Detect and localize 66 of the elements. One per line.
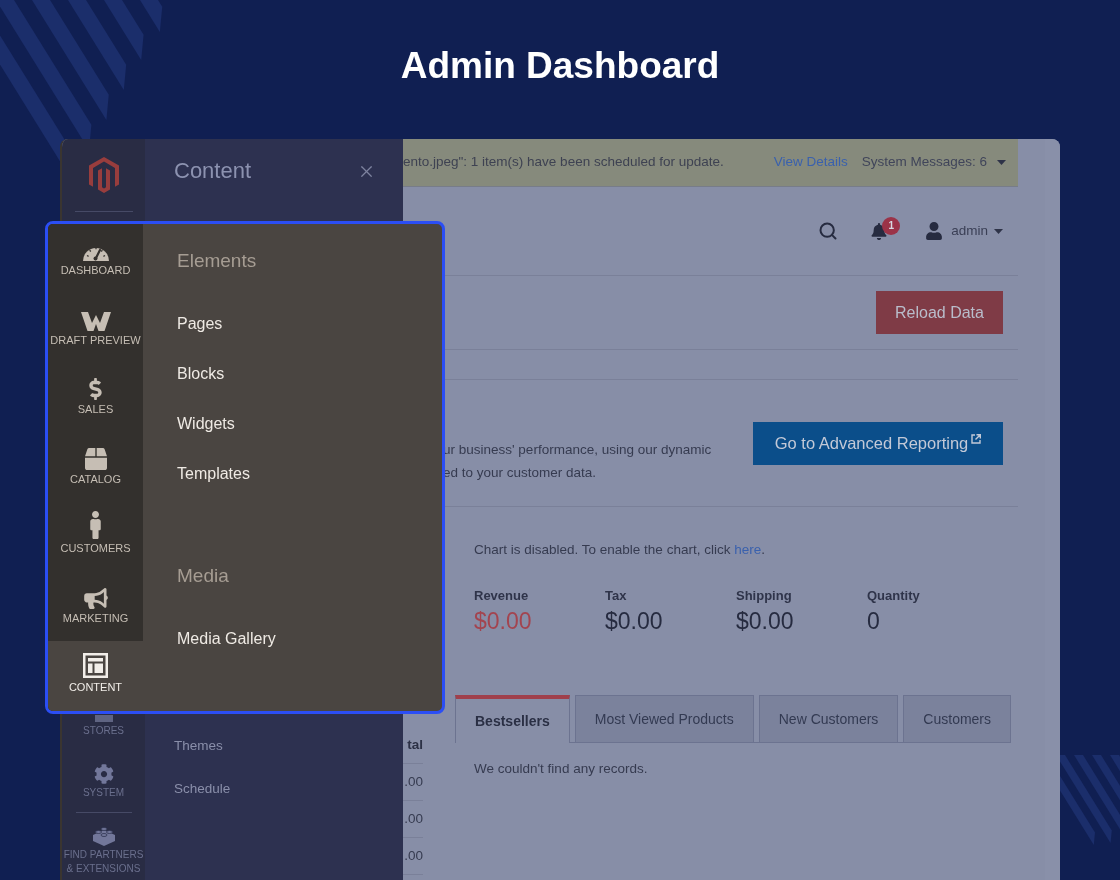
sidebar-nav-label: STORES	[82, 724, 125, 738]
logo-icon	[88, 157, 119, 193]
sidebar-nav-label: FIND PARTNERS & EXTENSIONS	[62, 848, 145, 875]
tab[interactable]: Bestsellers	[455, 695, 570, 743]
menu-link[interactable]: Pages	[177, 299, 223, 349]
nav-label: CONTENT	[68, 680, 123, 695]
total-label: Shipping	[736, 588, 792, 604]
total-label: Revenue	[474, 588, 529, 604]
bell-icon[interactable]	[871, 222, 888, 240]
external-link-icon	[971, 433, 982, 444]
nav-label: CATALOG	[70, 471, 121, 486]
advanced-reporting-button[interactable]: Go to Advanced Reporting	[753, 422, 1003, 465]
menu-link[interactable]: Media Gallery	[177, 614, 276, 664]
sidebar-nav-item[interactable]: SYSTEM	[62, 763, 145, 799]
caret-icon	[997, 160, 1006, 165]
menu-link[interactable]: Blocks	[177, 349, 225, 399]
total-value: $0.00	[736, 608, 794, 634]
menu-section-heading: Elements	[177, 249, 258, 273]
tab[interactable]: Customers	[903, 695, 1012, 742]
dollar-icon	[89, 378, 102, 401]
nav-label: CUSTOMERS	[60, 541, 131, 556]
total-label: Tax	[605, 588, 627, 604]
system-message-text: ento.jpeg": 1 item(s) have been scheduled for update.	[403, 153, 724, 172]
user-name: admin	[951, 221, 988, 240]
nav-label: DASHBOARD	[60, 263, 131, 277]
notification-badge: 1	[882, 216, 901, 235]
search-icon[interactable]	[818, 221, 839, 241]
total-value: $0.00	[605, 608, 663, 634]
chart-disabled-notice: Chart is disabled. To enable the chart, click here.	[473, 541, 766, 559]
menu-link[interactable]: Themes	[174, 736, 403, 756]
sidebar-nav-label: SYSTEM	[81, 785, 126, 799]
nav-label: SALES	[77, 402, 114, 417]
nav-label: DRAFT PREVIEW	[50, 332, 141, 347]
sidebar-nav-item[interactable]: FIND PARTNERS & EXTENSIONS	[62, 825, 145, 875]
sidebar-nav-item[interactable]: STORES	[62, 715, 145, 738]
menu-link[interactable]: Schedule	[174, 779, 403, 799]
total-value: $0.00	[474, 608, 532, 634]
w-mark-icon	[80, 311, 111, 331]
brick-icon	[92, 825, 115, 846]
menu-link[interactable]: Templates	[177, 449, 250, 499]
nav-label: MARKETING	[62, 610, 129, 625]
table-cell: .00	[403, 801, 423, 838]
page-title: Admin Dashboard	[400, 46, 720, 84]
total-value: 0	[867, 608, 880, 634]
total-label: Quantity	[867, 588, 920, 604]
nav-item[interactable]: CONTENT	[48, 641, 143, 711]
reload-data-button[interactable]: Reload Data	[876, 291, 1003, 334]
menu-link[interactable]: Widgets	[177, 399, 235, 449]
system-messages-dropdown[interactable]: System Messages: 6	[861, 152, 1006, 173]
store-icon	[94, 715, 113, 722]
user-icon	[925, 222, 944, 240]
person-icon	[90, 511, 101, 540]
user-menu[interactable]: admin	[925, 220, 1003, 242]
flyout-title: Content	[174, 160, 252, 182]
table-cell: .00	[403, 838, 423, 875]
layout-icon	[83, 653, 108, 679]
tab[interactable]: New Customers	[758, 695, 899, 742]
table-cell: .00	[403, 764, 423, 801]
menu-section-heading: Media	[177, 564, 230, 588]
empty-records-message: We couldn't find any records.	[473, 760, 649, 778]
megaphone-icon	[83, 587, 108, 609]
caret-icon	[994, 228, 1003, 234]
gear-icon	[93, 763, 114, 784]
tab[interactable]: Most Viewed Products	[574, 695, 754, 742]
table-column-header: tal	[403, 735, 423, 764]
box-icon	[84, 447, 107, 470]
